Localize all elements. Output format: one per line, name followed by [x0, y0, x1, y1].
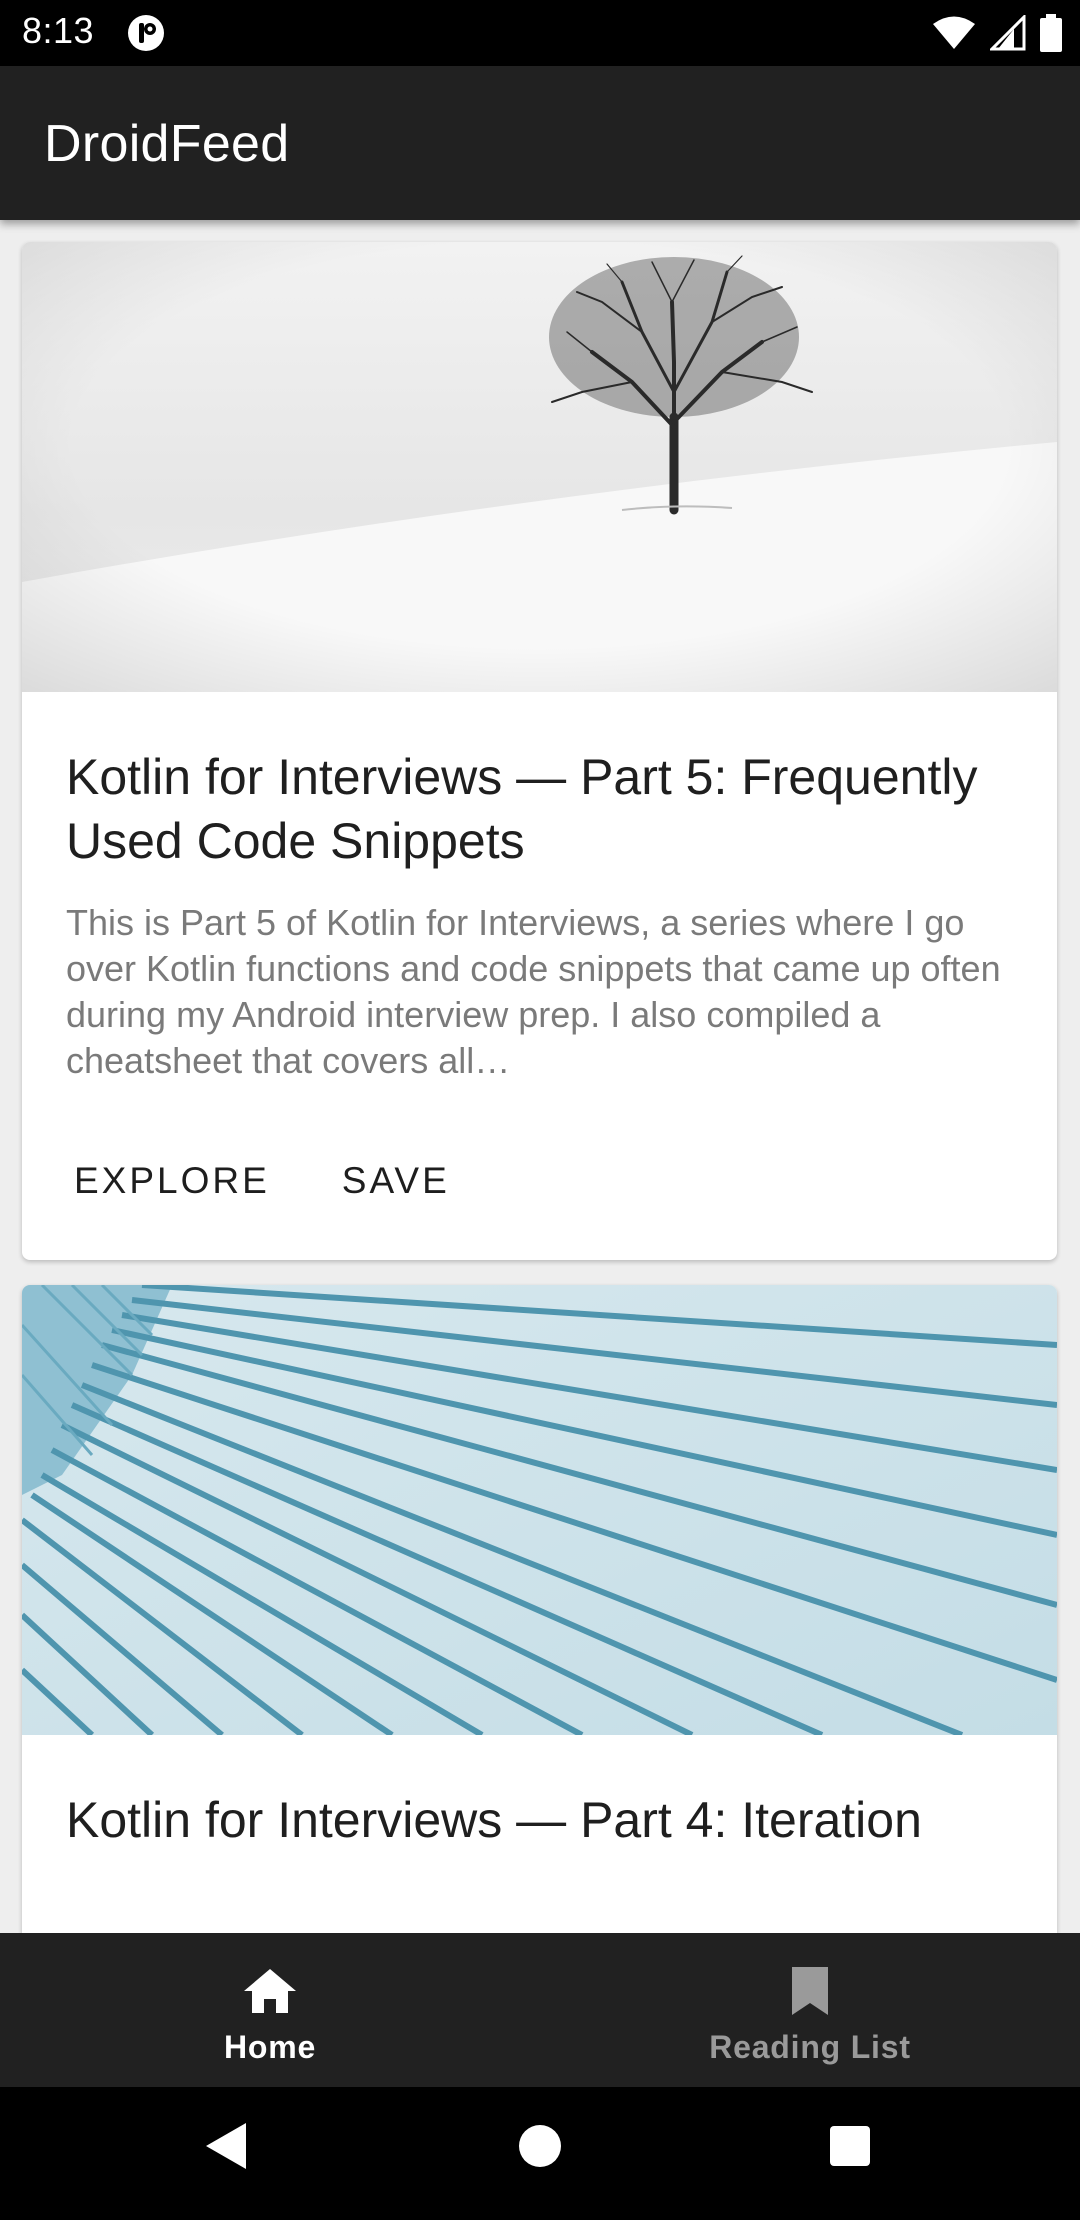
article-feed[interactable]: Kotlin for Interviews — Part 5: Frequent…	[0, 220, 1080, 1933]
nav-item-reading-list[interactable]: Reading List	[540, 1933, 1080, 2087]
app-bar: DroidFeed	[0, 66, 1080, 220]
wifi-icon	[932, 15, 976, 56]
article-image-lines	[22, 1285, 1057, 1735]
app-title: DroidFeed	[44, 115, 290, 173]
status-time: 8:13	[22, 10, 95, 51]
status-bar: 8:13	[0, 0, 1080, 66]
cellular-signal-icon	[988, 13, 1026, 56]
home-button-icon[interactable]	[518, 2121, 562, 2176]
article-card[interactable]: Kotlin for Interviews — Part 5: Frequent…	[22, 242, 1057, 1260]
article-card[interactable]: Kotlin for Interviews — Part 4: Iteratio…	[22, 1285, 1057, 1933]
explore-button[interactable]: EXPLORE	[66, 1148, 278, 1214]
bottom-navigation: Home Reading List	[0, 1933, 1080, 2087]
app-notification-icon	[126, 13, 166, 58]
article-title[interactable]: Kotlin for Interviews — Part 5: Frequent…	[66, 745, 1016, 873]
article-title[interactable]: Kotlin for Interviews — Part 4: Iteratio…	[66, 1788, 1016, 1852]
system-navigation-bar	[0, 2087, 1080, 2220]
home-icon	[242, 1963, 298, 2019]
recents-icon[interactable]	[828, 2121, 872, 2176]
bookmark-icon	[790, 1963, 830, 2019]
battery-icon	[1040, 14, 1062, 57]
article-description: This is Part 5 of Kotlin for Interviews,…	[66, 902, 1001, 1081]
save-button[interactable]: SAVE	[334, 1148, 458, 1214]
nav-label-home: Home	[223, 2029, 317, 2065]
back-icon[interactable]	[204, 2121, 248, 2176]
nav-item-home[interactable]: Home	[0, 1933, 540, 2087]
article-image-tree	[22, 242, 1057, 692]
nav-label-reading-list: Reading List	[709, 2029, 911, 2065]
